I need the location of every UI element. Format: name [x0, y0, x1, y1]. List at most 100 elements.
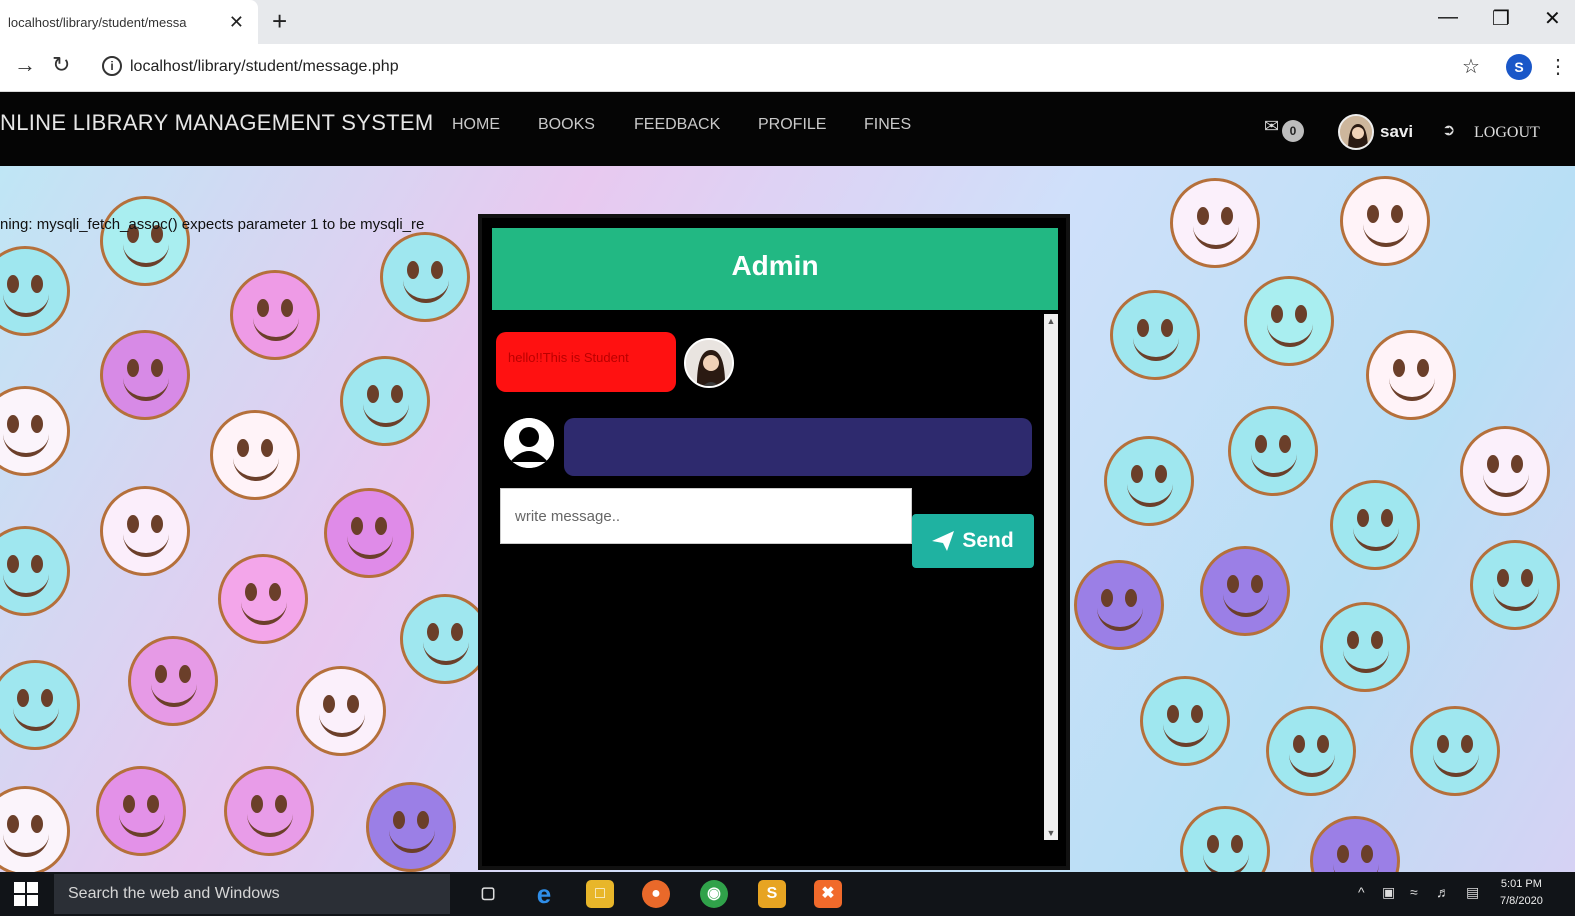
smiley-decoration	[1200, 546, 1290, 636]
smiley-decoration	[0, 246, 70, 336]
logout-icon[interactable]: ➲	[1442, 120, 1455, 140]
user-avatar-icon	[1340, 116, 1372, 148]
smiley-decoration	[366, 782, 456, 872]
smiley-decoration	[1330, 480, 1420, 570]
smiley-decoration	[1170, 178, 1260, 268]
send-button[interactable]: Send	[912, 514, 1034, 568]
taskbar-search-box[interactable]: Search the web and Windows	[54, 874, 450, 914]
restore-icon[interactable]: ❐	[1492, 6, 1510, 31]
smiley-decoration	[128, 636, 218, 726]
student-message-bubble: hello!!This is Student	[496, 332, 676, 392]
admin-avatar	[504, 418, 554, 468]
firefox-icon[interactable]: ●	[642, 880, 670, 908]
tray-chevron-icon[interactable]: ^	[1358, 884, 1365, 900]
logout-link[interactable]: LOGOUT	[1474, 124, 1540, 142]
smiley-decoration	[0, 660, 80, 750]
smiley-decoration	[380, 232, 470, 322]
chat-panel: Admin hello!!This is Student Send ▲ ▼	[478, 214, 1070, 870]
smiley-decoration	[100, 330, 190, 420]
scroll-down-icon[interactable]: ▼	[1044, 826, 1058, 840]
nav-fines[interactable]: FINES	[864, 116, 911, 134]
back-arrow-icon[interactable]: →	[14, 52, 36, 78]
nav-books[interactable]: BOOKS	[538, 116, 595, 134]
smiley-decoration	[100, 196, 190, 286]
admin-message-bubble	[564, 418, 1032, 476]
clock-date: 7/8/2020	[1500, 895, 1543, 907]
taskbar-clock[interactable]: 5:01 PM 7/8/2020	[1500, 876, 1543, 910]
smiley-decoration	[0, 386, 70, 476]
paper-plane-icon	[932, 531, 955, 551]
browser-tab-strip: localhost/library/student/messa ✕ + — ❐ …	[0, 0, 1575, 44]
php-warning-text: ning: mysqli_fetch_assoc() expects param…	[0, 216, 425, 233]
message-input[interactable]	[500, 488, 912, 544]
nav-username[interactable]: savi	[1380, 122, 1413, 142]
new-tab-icon[interactable]: +	[272, 6, 287, 37]
smiley-decoration	[1310, 816, 1400, 872]
smiley-decoration	[1320, 602, 1410, 692]
window-close-icon[interactable]: ✕	[1544, 6, 1561, 31]
smiley-decoration	[0, 526, 70, 616]
smiley-decoration	[1460, 426, 1550, 516]
tab-close-icon[interactable]: ✕	[229, 12, 244, 33]
chat-scrollbar[interactable]: ▲ ▼	[1044, 314, 1058, 840]
smiley-decoration	[1074, 560, 1164, 650]
site-navbar: NLINE LIBRARY MANAGEMENT SYSTEM HOME BOO…	[0, 92, 1575, 166]
smiley-decoration	[1410, 706, 1500, 796]
smiley-decoration	[1104, 436, 1194, 526]
admin-avatar-icon	[504, 418, 554, 468]
address-bar: → ↻ i localhost/library/student/message.…	[0, 44, 1575, 92]
student-avatar-icon	[686, 340, 732, 386]
smiley-decoration	[1180, 806, 1270, 872]
star-icon[interactable]: ☆	[1462, 54, 1480, 79]
smiley-decoration	[1228, 406, 1318, 496]
task-view-icon[interactable]: ▢	[474, 880, 502, 908]
file-explorer-icon[interactable]: □	[586, 880, 614, 908]
smiley-decoration	[1110, 290, 1200, 380]
nav-feedback[interactable]: FEEDBACK	[634, 116, 720, 134]
browser-tab[interactable]: localhost/library/student/messa ✕	[0, 0, 258, 44]
nav-home[interactable]: HOME	[452, 116, 500, 134]
smiley-decoration	[340, 356, 430, 446]
profile-avatar-icon[interactable]: S	[1506, 54, 1532, 80]
site-brand[interactable]: NLINE LIBRARY MANAGEMENT SYSTEM	[0, 110, 434, 136]
minimize-icon[interactable]: —	[1438, 6, 1458, 29]
reload-icon[interactable]: ↻	[52, 52, 70, 78]
smiley-decoration	[224, 766, 314, 856]
notifications-icon[interactable]: ▤	[1466, 884, 1479, 901]
smiley-decoration	[324, 488, 414, 578]
taskbar-search-text: Search the web and Windows	[68, 885, 280, 902]
url-text[interactable]: localhost/library/student/message.php	[130, 58, 399, 76]
sublime-text-icon[interactable]: S	[758, 880, 786, 908]
smiley-decoration	[1366, 330, 1456, 420]
volume-icon[interactable]: ♬	[1436, 884, 1450, 900]
nav-profile[interactable]: PROFILE	[758, 116, 826, 134]
smiley-decoration	[1470, 540, 1560, 630]
tab-title: localhost/library/student/messa	[8, 14, 187, 30]
smiley-decoration	[210, 410, 300, 500]
info-icon[interactable]: i	[102, 56, 122, 76]
more-menu-icon[interactable]: ⋮	[1548, 54, 1568, 79]
chat-header: Admin	[492, 228, 1058, 310]
smiley-decoration	[96, 766, 186, 856]
smiley-decoration	[1340, 176, 1430, 266]
mail-icon[interactable]: ✉	[1264, 116, 1279, 137]
message-count-badge: 0	[1282, 120, 1304, 142]
smiley-decoration	[230, 270, 320, 360]
wifi-icon[interactable]: ≈	[1410, 884, 1418, 900]
smiley-decoration	[218, 554, 308, 644]
xampp-icon[interactable]: ✖	[814, 880, 842, 908]
smiley-decoration	[100, 486, 190, 576]
scroll-up-icon[interactable]: ▲	[1044, 314, 1058, 328]
smiley-decoration	[1140, 676, 1230, 766]
smiley-decoration	[400, 594, 490, 684]
student-avatar	[684, 338, 734, 388]
user-avatar[interactable]	[1338, 114, 1374, 150]
windows-taskbar: Search the web and Windows ▢ e □ ● ◉ S ✖…	[0, 872, 1575, 916]
clock-time: 5:01 PM	[1500, 878, 1542, 890]
smiley-decoration	[1244, 276, 1334, 366]
smiley-decoration	[1266, 706, 1356, 796]
edge-browser-icon[interactable]: e	[530, 880, 558, 908]
network-icon[interactable]: ▣	[1382, 884, 1395, 901]
chrome-icon[interactable]: ◉	[700, 880, 728, 908]
windows-start-icon[interactable]	[14, 882, 38, 906]
